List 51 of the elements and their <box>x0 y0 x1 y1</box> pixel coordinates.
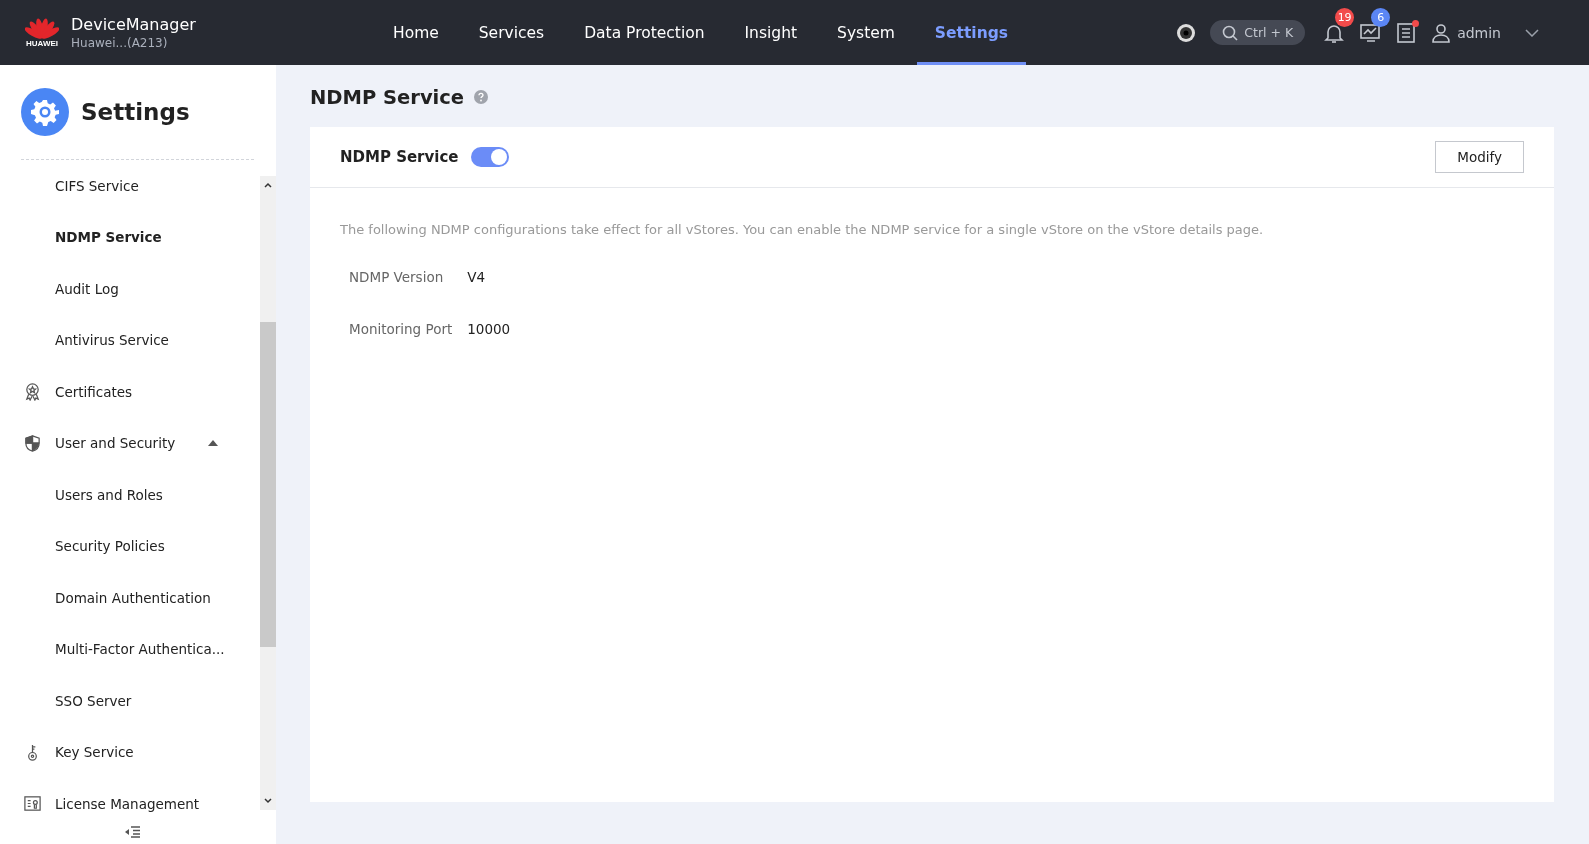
sidebar-item[interactable]: Key Service <box>0 726 260 778</box>
sidebar-item[interactable]: Certificates <box>0 366 260 418</box>
sidebar-item[interactable]: User and Security <box>0 417 260 469</box>
nav-tab[interactable]: Data Protection <box>566 3 723 65</box>
award-icon <box>23 382 42 402</box>
app-name: DeviceManager <box>71 15 196 34</box>
user-menu[interactable]: admin <box>1431 22 1539 43</box>
field-label: NDMP Version <box>349 269 445 285</box>
nav-tab[interactable]: Insight <box>726 3 816 65</box>
user-icon <box>1431 22 1452 43</box>
sidebar-title: Settings <box>81 99 190 125</box>
sidebar-item[interactable]: SSO Server <box>0 675 260 727</box>
modify-button[interactable]: Modify <box>1435 141 1524 173</box>
sidebar-item[interactable]: Security Policies <box>0 520 260 572</box>
alarm-badge: 19 <box>1335 7 1355 27</box>
field-label: Monitoring Port <box>349 321 453 337</box>
description-text: The following NDMP configurations take effect for all vStores. You can enable the NDMP service for a single vStore on the vStore details page. <box>339 221 1265 237</box>
camera-icon[interactable] <box>1176 22 1197 43</box>
sidebar-item[interactable]: Domain Authentication <box>0 572 260 624</box>
settings-icon <box>21 88 69 136</box>
collapse-icon[interactable] <box>125 826 141 838</box>
scroll-up-icon[interactable] <box>264 182 272 188</box>
nav-tab[interactable]: Settings <box>916 3 1027 65</box>
nav-tab[interactable]: Services <box>460 3 563 65</box>
sidebar-item[interactable]: Audit Log <box>0 263 260 315</box>
sidebar-item[interactable]: License Management <box>0 778 260 820</box>
document-icon[interactable] <box>1395 21 1418 44</box>
license-icon <box>23 794 42 814</box>
sidebar-item[interactable]: NDMP Service <box>0 211 260 263</box>
sidebar-item[interactable]: Antivirus Service <box>0 314 260 366</box>
search-field[interactable]: Ctrl + K <box>1210 20 1306 45</box>
chart-monitor-icon[interactable] <box>1359 21 1382 44</box>
page-title: NDMP Service <box>310 85 465 109</box>
toggle-switch[interactable] <box>470 147 509 167</box>
chevron-down-icon <box>1525 28 1539 37</box>
search-icon <box>1222 24 1239 41</box>
shield-icon <box>23 433 42 453</box>
field-value: 10000 <box>467 321 511 337</box>
task-badge: 6 <box>1371 7 1391 27</box>
field-value: V4 <box>467 269 487 285</box>
caret-icon <box>208 440 218 447</box>
sidebar-item[interactable]: Users and Roles <box>0 469 260 521</box>
sidebar-item[interactable]: CIFS Service <box>0 160 260 212</box>
toggle-label: NDMP Service <box>340 148 459 166</box>
device-name: Huawei...(A213) <box>71 36 169 50</box>
scroll-down-icon[interactable] <box>264 798 272 804</box>
logo: HUAWEI <box>25 17 59 48</box>
nav-tab[interactable]: Home <box>375 3 457 65</box>
sidebar-item[interactable]: Multi-Factor Authentica... <box>0 623 260 675</box>
nav-tab[interactable]: System <box>819 3 913 65</box>
scrollbar[interactable] <box>260 176 276 810</box>
